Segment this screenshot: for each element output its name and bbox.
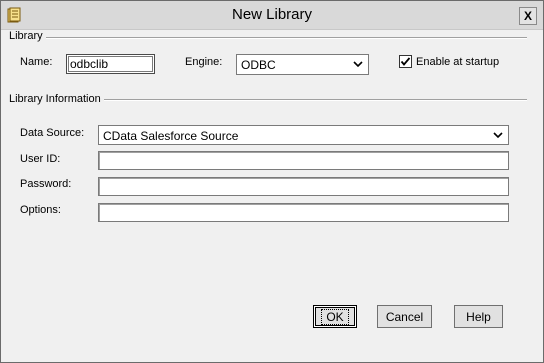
- chevron-down-icon: [351, 57, 365, 71]
- library-group-divider: [9, 37, 527, 39]
- password-input[interactable]: [98, 177, 509, 196]
- title-bar[interactable]: New Library X: [1, 1, 543, 30]
- ok-button-label: OK: [321, 308, 349, 325]
- dialog-title: New Library: [231, 6, 313, 23]
- data-source-value: CData Salesforce Source: [103, 129, 239, 143]
- chevron-down-icon: [491, 128, 505, 142]
- password-label: Password:: [20, 178, 72, 190]
- name-input[interactable]: [66, 54, 155, 74]
- engine-select[interactable]: ODBC: [236, 54, 369, 75]
- data-source-select[interactable]: CData Salesforce Source: [98, 125, 509, 145]
- engine-label: Engine:: [185, 56, 223, 68]
- name-label: Name:: [20, 56, 53, 68]
- cancel-button-label: Cancel: [385, 309, 424, 324]
- new-library-dialog: New Library X Library Name: Engine: ODBC…: [0, 0, 544, 363]
- close-icon: X: [523, 9, 532, 23]
- help-button-label: Help: [466, 309, 491, 324]
- enable-at-startup-label[interactable]: Enable at startup: [416, 56, 499, 68]
- user-id-input[interactable]: [98, 151, 509, 170]
- help-button[interactable]: Help: [454, 305, 503, 328]
- cancel-button[interactable]: Cancel: [377, 305, 432, 328]
- engine-value: ODBC: [241, 58, 276, 72]
- options-input[interactable]: [98, 203, 509, 222]
- ok-button[interactable]: OK: [313, 305, 357, 328]
- info-group-label: Library Information: [9, 93, 104, 105]
- enable-at-startup-checkbox[interactable]: [399, 55, 412, 68]
- close-button[interactable]: X: [519, 7, 537, 25]
- checkmark-icon: [400, 57, 411, 66]
- options-label: Options:: [20, 204, 61, 216]
- library-group-label: Library: [9, 30, 46, 42]
- data-source-label: Data Source:: [20, 127, 85, 139]
- user-id-label: User ID:: [20, 153, 61, 165]
